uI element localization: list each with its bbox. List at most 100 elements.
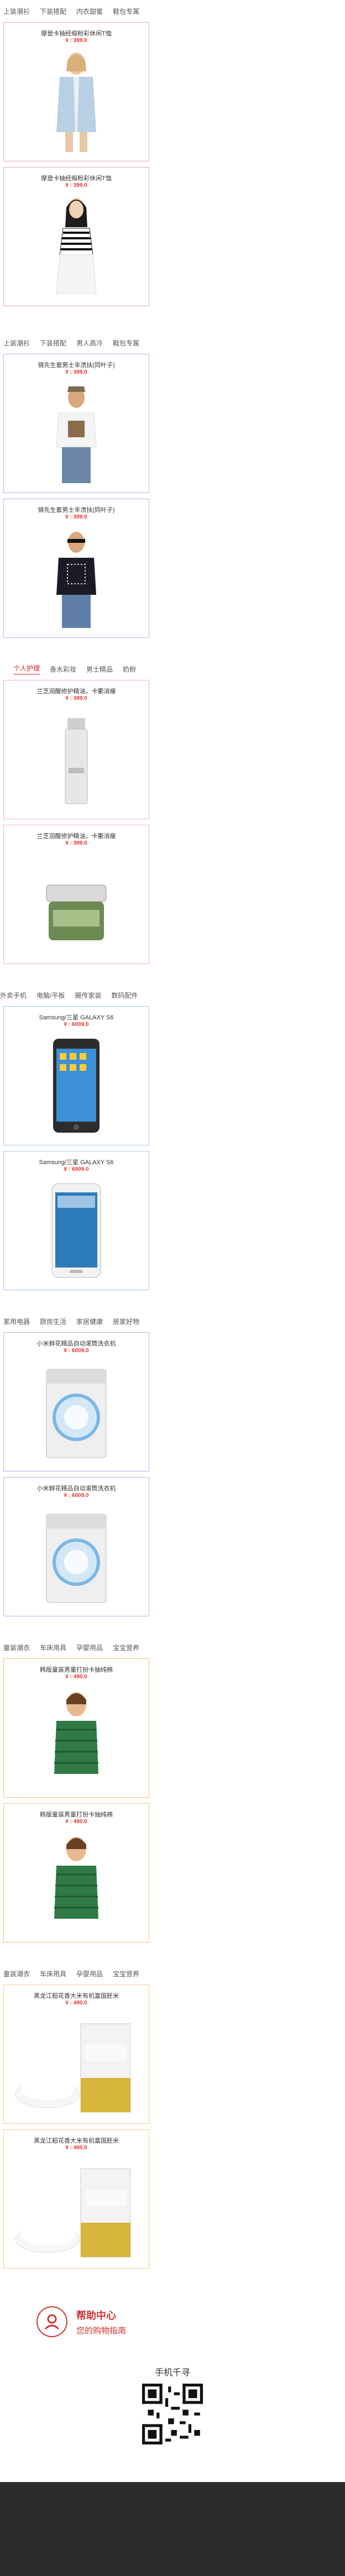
product-image <box>38 851 115 957</box>
product-title: 兰芝润醒修护精油，卡衢消瘦 <box>36 688 116 695</box>
product-card[interactable]: 黑龙江稻花香大米有机富国胚米 ¥ : 490.0 <box>3 1985 149 2124</box>
tab-1[interactable]: 车床用具 <box>40 1969 66 1978</box>
product-title: 兰芝润醒修护精油，卡衢消瘦 <box>36 833 116 840</box>
product-title: 摩登卡抽经缎粉彩休闲T恤 <box>41 175 112 182</box>
tab-2[interactable]: 内衣甜蜜 <box>76 7 103 16</box>
tab-0[interactable]: 童装潮衣 <box>3 1969 30 1978</box>
product-price: ¥ : 6009.0 <box>64 1348 89 1354</box>
product-card[interactable]: 韩版童装男童打扮卡抽纯棉 ¥ : 490.0 <box>3 1658 149 1798</box>
product-price: ¥ : 490.0 <box>65 2145 87 2151</box>
product-price: ¥ : 6009.0 <box>64 1022 89 1028</box>
product-title: Samsung/三星 GALAXY S6 <box>39 1014 114 1021</box>
tab-1[interactable]: 厨房生活 <box>40 1317 66 1326</box>
product-image <box>38 525 115 631</box>
product-image <box>38 193 115 300</box>
product-price: ¥ : 399.0 <box>65 38 87 44</box>
product-title: 黑龙江稻花香大米有机富国胚米 <box>34 1993 119 1999</box>
tab-3[interactable]: 宝宝营养 <box>113 1969 139 1978</box>
tab-0[interactable]: 上装潮衫 <box>3 7 30 16</box>
mobile-app-qr: 手机千寻 <box>0 2365 345 2475</box>
product-card[interactable]: 小米鲜花精品自动滚筒洗衣机 ¥ : 6009.0 <box>3 1332 149 1472</box>
product-price: ¥ : 6009.0 <box>64 1166 89 1172</box>
section-personal-care: 个人护理 香水彩妆 男士精品 奶粉 兰芝润醒修护精油，卡衢消瘦 ¥ : 399.… <box>0 658 345 984</box>
section-women-clothing: 上装潮衫 下装搭配 内衣甜蜜 鞋包专属 摩登卡抽经缎粉彩休闲T恤 ¥ : 399… <box>0 0 345 332</box>
section-appliances: 家用电器 厨房生活 家居健康 居家好物 小米鲜花精品自动滚筒洗衣机 ¥ : 60… <box>0 1310 345 1636</box>
tab-2[interactable]: 孕婴用品 <box>76 1643 103 1652</box>
tab-2[interactable]: 男人高冷 <box>76 338 103 348</box>
tab-1[interactable]: 下装搭配 <box>40 7 66 16</box>
product-price: ¥ : 399.0 <box>65 182 87 189</box>
category-tabs: 个人护理 香水彩妆 男士精品 奶粉 <box>0 658 345 680</box>
tab-3[interactable]: 居家好物 <box>113 1317 139 1326</box>
tab-3[interactable]: 奶粉 <box>123 664 136 674</box>
tab-2[interactable]: 摄传家装 <box>75 991 101 1000</box>
product-title: Samsung/三星 GALAXY S6 <box>39 1159 114 1166</box>
product-card[interactable]: 黑龙江稻花香大米有机富国胚米 ¥ : 490.0 <box>3 2129 149 2269</box>
product-image <box>38 706 115 813</box>
product-title: 小米鲜花精品自动滚筒洗衣机 <box>36 1485 116 1492</box>
page-footer <box>0 2482 345 2576</box>
tab-3[interactable]: 鞋包专属 <box>113 338 139 348</box>
product-title: 小米鲜花精品自动滚筒洗衣机 <box>36 1341 116 1347</box>
mobile-title: 手机千寻 <box>154 2368 190 2378</box>
product-image <box>38 1830 115 1936</box>
product-title: 摩登卡抽经缎粉彩休闲T恤 <box>41 30 112 37</box>
product-image <box>14 2011 142 2117</box>
product-card[interactable]: 兰芝润醒修护精油，卡衢消瘦 ¥ : 399.0 <box>3 680 149 819</box>
product-card[interactable]: 摩登卡抽经缎粉彩休闲T恤 ¥ : 399.0 <box>3 22 149 161</box>
category-tabs: 上装潮衫 下装搭配 男人高冷 鞋包专属 <box>0 332 345 354</box>
product-card[interactable]: 锦先生套男士丰渍扶(同叶子) ¥ : 399.0 <box>3 499 149 638</box>
tab-3[interactable]: 数码配件 <box>111 991 138 1000</box>
product-price: ¥ : 6009.0 <box>64 1493 89 1499</box>
help-subtitle: 您的购物指南 <box>76 2326 127 2336</box>
category-tabs: 外卖手机 电脑/平板 摄传家装 数码配件 <box>0 984 345 1006</box>
help-title: 帮助中心 <box>76 2310 116 2321</box>
product-card[interactable]: Samsung/三星 GALAXY S6 ¥ : 6009.0 <box>3 1006 149 1145</box>
help-center[interactable]: 帮助中心 您的购物指南 <box>0 2289 345 2355</box>
product-card[interactable]: 韩版童装男童打扮卡抽纯棉 ¥ : 490.0 <box>3 1803 149 1943</box>
product-title: 锦先生套男士丰渍扶(同叶子) <box>38 362 115 369</box>
tab-3[interactable]: 宝宝营养 <box>113 1643 139 1652</box>
product-card[interactable]: 兰芝润醒修护精油，卡衢消瘦 ¥ : 399.0 <box>3 825 149 964</box>
product-price: ¥ : 399.0 <box>65 369 87 375</box>
section-food: 童装潮衣 车床用具 孕婴用品 宝宝营养 黑龙江稻花香大米有机富国胚米 ¥ : 4… <box>0 1962 345 2289</box>
product-card[interactable]: 小米鲜花精品自动滚筒洗衣机 ¥ : 6009.0 <box>3 1477 149 1616</box>
tab-2[interactable]: 男士精品 <box>86 664 113 674</box>
product-card[interactable]: 锦先生套男士丰渍扶(同叶子) ¥ : 399.0 <box>3 354 149 493</box>
product-card[interactable]: 摩登卡抽经缎粉彩休闲T恤 ¥ : 399.0 <box>3 167 149 306</box>
product-image <box>38 1177 115 1284</box>
category-tabs: 家用电器 厨房生活 家居健康 居家好物 <box>0 1310 345 1332</box>
tab-2[interactable]: 孕婴用品 <box>76 1969 103 1978</box>
tab-3[interactable]: 鞋包专属 <box>113 7 139 16</box>
tab-2[interactable]: 家居健康 <box>76 1317 103 1326</box>
product-title: 韩版童装男童打扮卡抽纯棉 <box>40 1667 113 1673</box>
product-image <box>38 380 115 486</box>
qr-code-icon <box>142 2384 203 2444</box>
product-price: ¥ : 399.0 <box>65 514 87 520</box>
category-tabs: 童装潮衣 车床用具 孕婴用品 宝宝营养 <box>0 1962 345 1985</box>
section-kids: 童装潮衣 车床用具 孕婴用品 宝宝营养 韩版童装男童打扮卡抽纯棉 ¥ : 490… <box>0 1636 345 1962</box>
product-price: ¥ : 399.0 <box>65 840 87 846</box>
section-men-clothing: 上装潮衫 下装搭配 男人高冷 鞋包专属 锦先生套男士丰渍扶(同叶子) ¥ : 3… <box>0 332 345 658</box>
product-image <box>38 1685 115 1791</box>
tab-0[interactable]: 个人护理 <box>13 663 40 674</box>
section-phones: 外卖手机 电脑/平板 摄传家装 数码配件 Samsung/三星 GALAXY S… <box>0 984 345 1310</box>
product-image <box>14 2156 142 2262</box>
product-price: ¥ : 399.0 <box>65 695 87 701</box>
tab-1[interactable]: 电脑/平板 <box>36 991 65 1000</box>
tab-0[interactable]: 外卖手机 <box>0 991 27 1000</box>
tab-1[interactable]: 下装搭配 <box>40 338 66 348</box>
tab-0[interactable]: 家用电器 <box>3 1317 30 1326</box>
tab-1[interactable]: 车床用具 <box>40 1643 66 1652</box>
category-tabs: 童装潮衣 车床用具 孕婴用品 宝宝营养 <box>0 1636 345 1658</box>
category-tabs: 上装潮衫 下装搭配 内衣甜蜜 鞋包专属 <box>0 0 345 22</box>
product-image <box>38 1504 115 1610</box>
user-circle-icon <box>36 2306 67 2337</box>
product-card[interactable]: Samsung/三星 GALAXY S6 ¥ : 6009.0 <box>3 1151 149 1290</box>
product-price: ¥ : 490.0 <box>65 1674 87 1680</box>
tab-1[interactable]: 香水彩妆 <box>50 664 76 674</box>
product-image <box>38 1033 115 1139</box>
product-price: ¥ : 490.0 <box>65 2000 87 2006</box>
tab-0[interactable]: 童装潮衣 <box>3 1643 30 1652</box>
tab-0[interactable]: 上装潮衫 <box>3 338 30 348</box>
